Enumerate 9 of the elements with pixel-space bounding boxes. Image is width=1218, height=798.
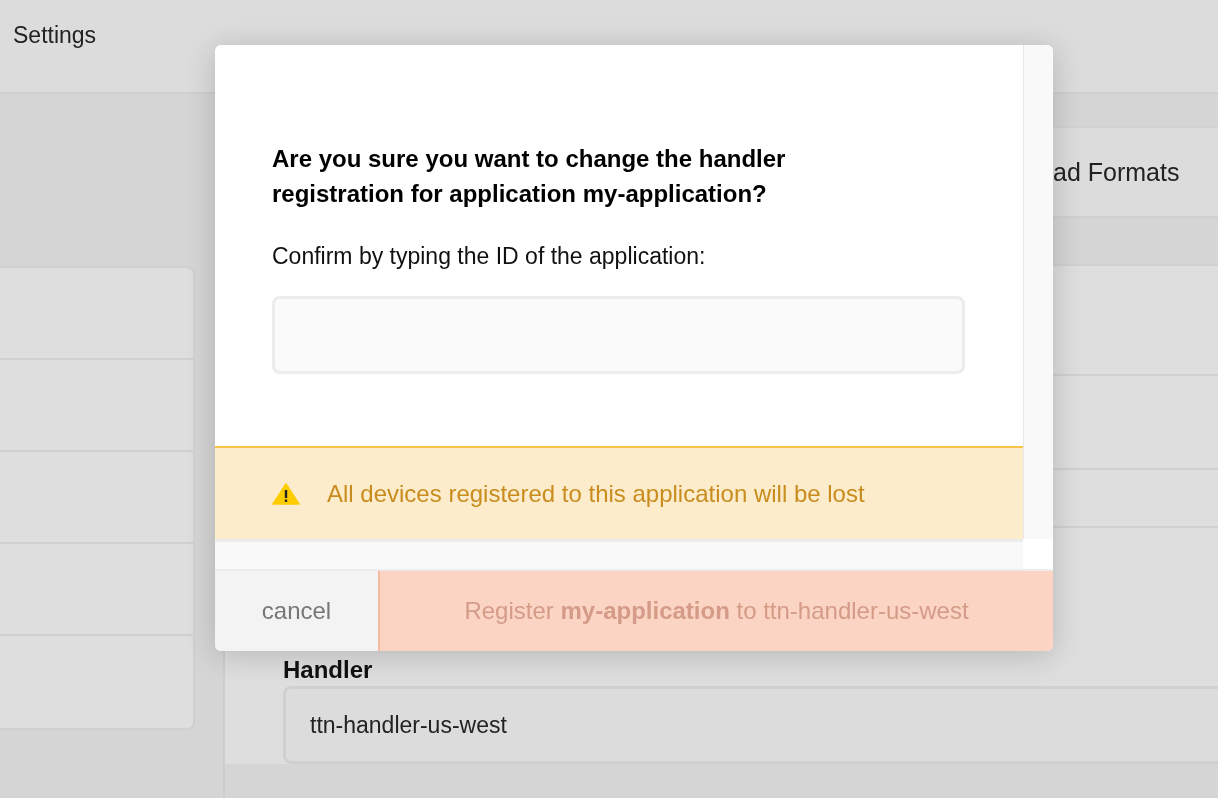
warning-text: All devices registered to this application will be lost bbox=[327, 479, 865, 508]
dialog-title: Are you sure you want to change the handler registration for application my-application? bbox=[272, 144, 787, 209]
page-title: Settings bbox=[13, 22, 97, 49]
handler-field[interactable]: ttn-handler-us-west bbox=[283, 686, 1218, 764]
warning-icon bbox=[272, 482, 300, 505]
prompt-text: Confirm by typing the ID of the application: bbox=[272, 243, 707, 270]
section-heading: Handler bbox=[283, 656, 373, 684]
cancel-button[interactable]: cancel bbox=[215, 571, 378, 651]
tab[interactable]: ad Formats bbox=[1053, 157, 1180, 187]
